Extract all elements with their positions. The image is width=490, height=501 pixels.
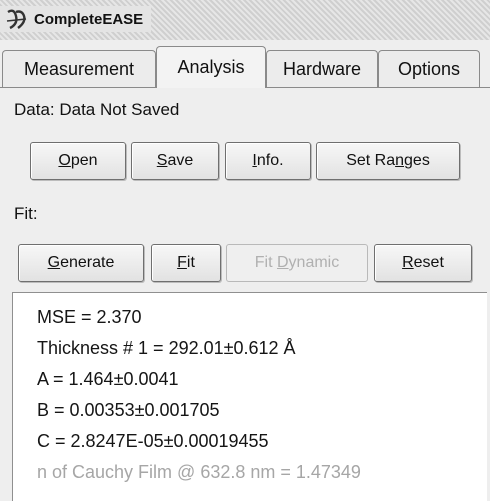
- tab-options[interactable]: Options: [378, 50, 480, 87]
- a-parameter-result: A = 1.464±0.0041: [37, 369, 179, 389]
- info-button[interactable]: Info.: [225, 142, 311, 180]
- reset-button[interactable]: Reset: [374, 244, 472, 282]
- thickness-result: Thickness # 1 = 292.01±0.612 Å: [37, 338, 296, 358]
- tab-analysis[interactable]: Analysis: [156, 46, 266, 88]
- title-bar[interactable]: CompleteEASE: [0, 0, 490, 40]
- set-ranges-button[interactable]: Set Ranges: [316, 142, 460, 180]
- c-parameter-result: C = 2.8247E-05±0.00019455: [37, 431, 269, 451]
- fit-results-panel[interactable]: MSE = 2.370 Thickness # 1 = 292.01±0.612…: [12, 292, 487, 501]
- fit-label: Fit:: [14, 204, 38, 223]
- generate-button[interactable]: Generate: [18, 244, 144, 282]
- open-button[interactable]: Open: [30, 142, 126, 180]
- tab-bar: Measurement Analysis Hardware Options: [0, 44, 490, 88]
- tab-measurement[interactable]: Measurement: [2, 50, 156, 87]
- b-parameter-result: B = 0.00353±0.001705: [37, 400, 220, 420]
- ellipsometer-logo-icon: [4, 6, 30, 32]
- save-button[interactable]: Save: [131, 142, 219, 180]
- app-title: CompleteEASE: [34, 10, 144, 28]
- fit-button[interactable]: Fit: [151, 244, 221, 282]
- data-status-label: Data: Data Not Saved: [14, 100, 180, 119]
- tab-hardware[interactable]: Hardware: [266, 50, 378, 87]
- title-wrap: CompleteEASE: [0, 6, 152, 32]
- mse-result: MSE = 2.370: [37, 307, 142, 327]
- fit-dynamic-button[interactable]: Fit Dynamic: [226, 244, 368, 282]
- refractive-index-result: n of Cauchy Film @ 632.8 nm = 1.47349: [37, 462, 361, 482]
